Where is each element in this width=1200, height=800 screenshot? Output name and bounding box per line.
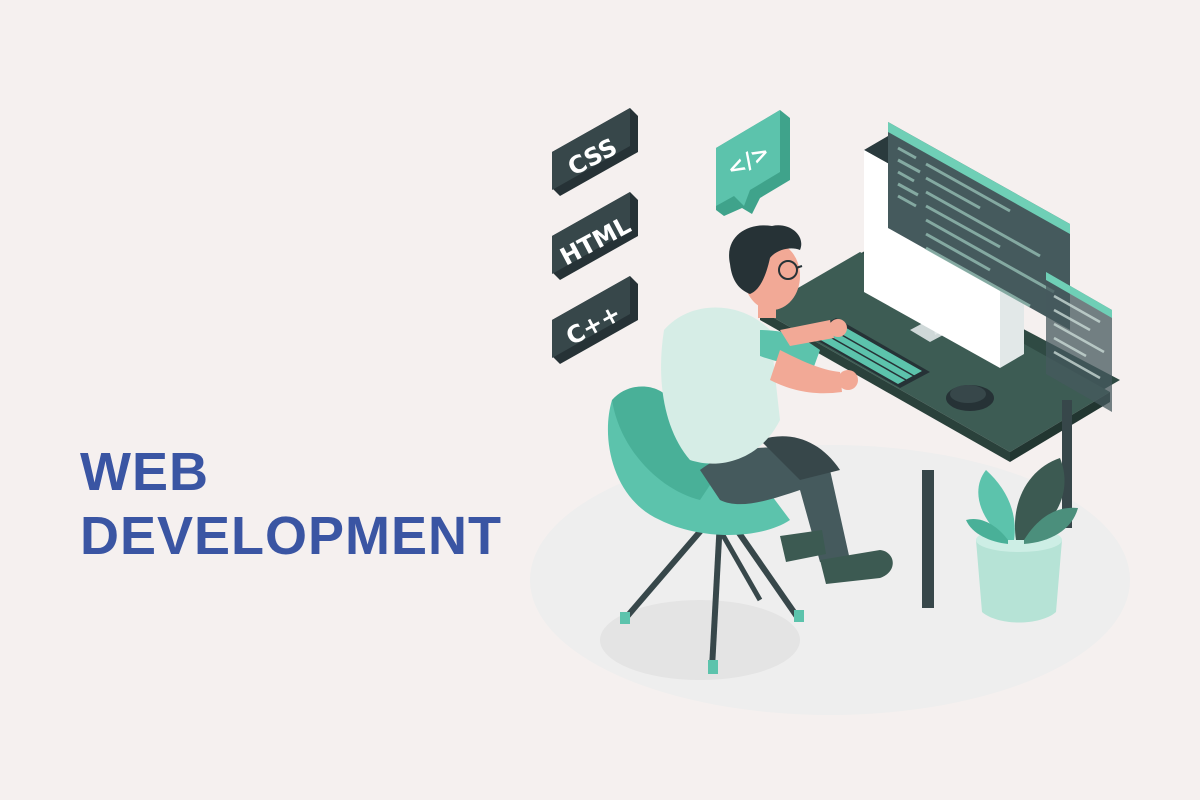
developer-illustration: CSS HTML C++ </>: [530, 108, 1130, 715]
code-speech-bubble-icon: </>: [716, 110, 790, 216]
mouse: [946, 385, 994, 411]
cpp-tag-icon: C++: [552, 276, 638, 364]
hero-banner: WEB DEVELOPMENT CSS HTML C++ </>: [0, 0, 1200, 800]
css-tag-icon: CSS: [552, 108, 638, 196]
html-tag-icon: HTML: [552, 192, 638, 280]
